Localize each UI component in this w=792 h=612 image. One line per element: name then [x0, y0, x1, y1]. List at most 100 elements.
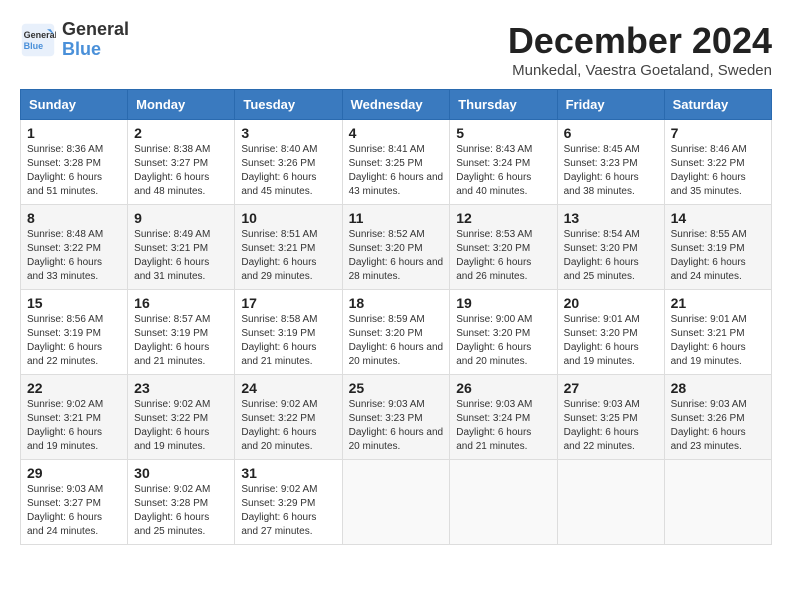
- day-info: Sunrise: 8:36 AMSunset: 3:28 PMDaylight:…: [27, 143, 121, 199]
- day-info: Sunrise: 8:48 AMSunset: 3:22 PMDaylight:…: [27, 228, 121, 284]
- calendar-day-cell: 3 Sunrise: 8:40 AMSunset: 3:26 PMDaylight…: [235, 120, 342, 205]
- day-of-week-header: Monday: [128, 90, 235, 120]
- calendar-day-cell: 15 Sunrise: 8:56 AMSunset: 3:19 PMDayligh…: [21, 290, 128, 375]
- calendar-day-cell: 25 Sunrise: 9:03 AMSunset: 3:23 PMDayligh…: [342, 375, 450, 460]
- day-number: 24: [241, 380, 335, 396]
- calendar-day-cell: 22 Sunrise: 9:02 AMSunset: 3:21 PMDayligh…: [21, 375, 128, 460]
- title-area: December 2024 Munkedal, Vaestra Goetalan…: [508, 20, 772, 79]
- calendar-day-cell: 6Sunrise: 8:45 AMSunset: 3:23 PMDaylight…: [557, 120, 664, 205]
- day-of-week-header: Wednesday: [342, 90, 450, 120]
- day-info: Sunrise: 8:55 AMSunset: 3:19 PMDaylight:…: [671, 228, 765, 284]
- day-info: Sunrise: 9:01 AMSunset: 3:21 PMDaylight:…: [671, 313, 765, 369]
- calendar-day-cell: 28 Sunrise: 9:03 AMSunset: 3:26 PMDayligh…: [664, 375, 771, 460]
- logo-text: General Blue: [62, 20, 129, 60]
- day-info: Sunrise: 9:03 AMSunset: 3:26 PMDaylight:…: [671, 398, 765, 454]
- day-number: 27: [564, 380, 658, 396]
- calendar-day-cell: 26 Sunrise: 9:03 AMSunset: 3:24 PMDayligh…: [450, 375, 557, 460]
- calendar-day-cell: 10 Sunrise: 8:51 AMSunset: 3:21 PMDayligh…: [235, 205, 342, 290]
- day-info: Sunrise: 9:01 AMSunset: 3:20 PMDaylight:…: [564, 313, 658, 369]
- calendar-day-cell: 5 Sunrise: 8:43 AMSunset: 3:24 PMDaylight…: [450, 120, 557, 205]
- empty-cell: [342, 460, 450, 545]
- day-number: 1: [27, 125, 121, 141]
- day-number: 15: [27, 295, 121, 311]
- calendar-day-cell: 17 Sunrise: 8:58 AMSunset: 3:19 PMDayligh…: [235, 290, 342, 375]
- day-number: 10: [241, 210, 335, 226]
- empty-cell: [557, 460, 664, 545]
- day-info: Sunrise: 8:43 AMSunset: 3:24 PMDaylight:…: [456, 143, 550, 199]
- day-info: Sunrise: 9:03 AMSunset: 3:23 PMDaylight:…: [349, 398, 444, 454]
- day-info: Sunrise: 9:02 AMSunset: 3:29 PMDaylight:…: [241, 483, 335, 539]
- logo-line1: General: [62, 20, 129, 40]
- day-number: 11: [349, 210, 444, 226]
- day-info: Sunrise: 8:58 AMSunset: 3:19 PMDaylight:…: [241, 313, 335, 369]
- day-number: 28: [671, 380, 765, 396]
- day-number: 2: [134, 125, 228, 141]
- day-number: 7: [671, 125, 765, 141]
- day-of-week-header: Saturday: [664, 90, 771, 120]
- day-info: Sunrise: 8:54 AMSunset: 3:20 PMDaylight:…: [564, 228, 658, 284]
- day-number: 26: [456, 380, 550, 396]
- calendar-day-cell: 20Sunrise: 9:01 AMSunset: 3:20 PMDayligh…: [557, 290, 664, 375]
- day-info: Sunrise: 9:03 AMSunset: 3:25 PMDaylight:…: [564, 398, 658, 454]
- day-info: Sunrise: 8:59 AMSunset: 3:20 PMDaylight:…: [349, 313, 444, 369]
- calendar-week-row: 1 Sunrise: 8:36 AMSunset: 3:28 PMDaylight…: [21, 120, 772, 205]
- calendar-week-row: 15 Sunrise: 8:56 AMSunset: 3:19 PMDayligh…: [21, 290, 772, 375]
- day-number: 23: [134, 380, 228, 396]
- calendar: SundayMondayTuesdayWednesdayThursdayFrid…: [20, 89, 772, 545]
- calendar-week-row: 8Sunrise: 8:48 AMSunset: 3:22 PMDaylight…: [21, 205, 772, 290]
- calendar-day-cell: 19Sunrise: 9:00 AMSunset: 3:20 PMDayligh…: [450, 290, 557, 375]
- day-number: 14: [671, 210, 765, 226]
- calendar-week-row: 29 Sunrise: 9:03 AMSunset: 3:27 PMDayligh…: [21, 460, 772, 545]
- day-info: Sunrise: 9:02 AMSunset: 3:21 PMDaylight:…: [27, 398, 121, 454]
- calendar-day-cell: 9 Sunrise: 8:49 AMSunset: 3:21 PMDaylight…: [128, 205, 235, 290]
- day-info: Sunrise: 9:03 AMSunset: 3:24 PMDaylight:…: [456, 398, 550, 454]
- day-number: 3: [241, 125, 335, 141]
- day-info: Sunrise: 9:02 AMSunset: 3:22 PMDaylight:…: [241, 398, 335, 454]
- day-number: 16: [134, 295, 228, 311]
- logo-icon: General Blue: [20, 22, 56, 58]
- day-info: Sunrise: 8:56 AMSunset: 3:19 PMDaylight:…: [27, 313, 121, 369]
- day-number: 9: [134, 210, 228, 226]
- day-number: 21: [671, 295, 765, 311]
- day-number: 4: [349, 125, 444, 141]
- calendar-day-cell: 30Sunrise: 9:02 AMSunset: 3:28 PMDayligh…: [128, 460, 235, 545]
- calendar-day-cell: 27 Sunrise: 9:03 AMSunset: 3:25 PMDayligh…: [557, 375, 664, 460]
- month-title: December 2024: [508, 20, 772, 62]
- day-info: Sunrise: 8:46 AMSunset: 3:22 PMDaylight:…: [671, 143, 765, 199]
- calendar-day-cell: 11 Sunrise: 8:52 AMSunset: 3:20 PMDayligh…: [342, 205, 450, 290]
- header: General Blue General Blue December 2024 …: [20, 20, 772, 79]
- day-of-week-header: Friday: [557, 90, 664, 120]
- calendar-day-cell: 2Sunrise: 8:38 AMSunset: 3:27 PMDaylight…: [128, 120, 235, 205]
- svg-text:Blue: Blue: [24, 41, 44, 51]
- day-info: Sunrise: 9:03 AMSunset: 3:27 PMDaylight:…: [27, 483, 121, 539]
- day-number: 17: [241, 295, 335, 311]
- calendar-day-cell: 1 Sunrise: 8:36 AMSunset: 3:28 PMDaylight…: [21, 120, 128, 205]
- day-info: Sunrise: 8:45 AMSunset: 3:23 PMDaylight:…: [564, 143, 658, 199]
- logo-line2: Blue: [62, 40, 129, 60]
- day-of-week-header: Tuesday: [235, 90, 342, 120]
- day-of-week-header: Thursday: [450, 90, 557, 120]
- day-number: 18: [349, 295, 444, 311]
- day-number: 12: [456, 210, 550, 226]
- day-number: 25: [349, 380, 444, 396]
- day-info: Sunrise: 8:41 AMSunset: 3:25 PMDaylight:…: [349, 143, 444, 199]
- calendar-day-cell: 13 Sunrise: 8:54 AMSunset: 3:20 PMDayligh…: [557, 205, 664, 290]
- calendar-day-cell: 7 Sunrise: 8:46 AMSunset: 3:22 PMDaylight…: [664, 120, 771, 205]
- location-title: Munkedal, Vaestra Goetaland, Sweden: [508, 62, 772, 79]
- day-info: Sunrise: 8:52 AMSunset: 3:20 PMDaylight:…: [349, 228, 444, 284]
- calendar-day-cell: 16 Sunrise: 8:57 AMSunset: 3:19 PMDayligh…: [128, 290, 235, 375]
- day-info: Sunrise: 8:51 AMSunset: 3:21 PMDaylight:…: [241, 228, 335, 284]
- day-of-week-header: Sunday: [21, 90, 128, 120]
- calendar-day-cell: 4 Sunrise: 8:41 AMSunset: 3:25 PMDaylight…: [342, 120, 450, 205]
- day-info: Sunrise: 8:57 AMSunset: 3:19 PMDaylight:…: [134, 313, 228, 369]
- day-number: 31: [241, 465, 335, 481]
- day-info: Sunrise: 8:40 AMSunset: 3:26 PMDaylight:…: [241, 143, 335, 199]
- day-number: 29: [27, 465, 121, 481]
- day-info: Sunrise: 8:53 AMSunset: 3:20 PMDaylight:…: [456, 228, 550, 284]
- day-number: 13: [564, 210, 658, 226]
- day-number: 5: [456, 125, 550, 141]
- day-number: 22: [27, 380, 121, 396]
- calendar-day-cell: 29 Sunrise: 9:03 AMSunset: 3:27 PMDayligh…: [21, 460, 128, 545]
- day-info: Sunrise: 8:49 AMSunset: 3:21 PMDaylight:…: [134, 228, 228, 284]
- calendar-day-cell: 14 Sunrise: 8:55 AMSunset: 3:19 PMDayligh…: [664, 205, 771, 290]
